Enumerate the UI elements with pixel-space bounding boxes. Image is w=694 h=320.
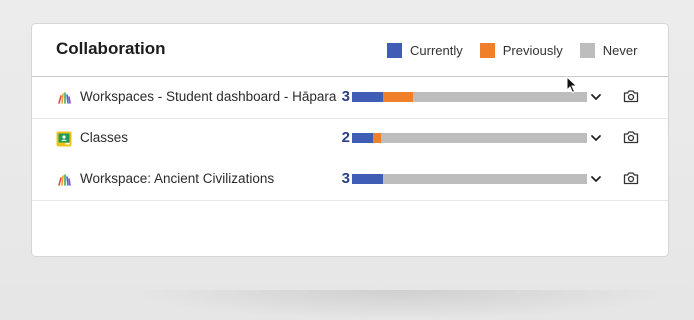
mouse-pointer-icon — [566, 75, 578, 94]
shadow — [120, 290, 680, 320]
legend-label: Currently — [410, 42, 463, 58]
legend-item-never: Never — [579, 42, 638, 58]
row-name: Workspaces - Student dashboard - Hāpara — [80, 89, 337, 104]
bar-segment-currently — [352, 133, 374, 143]
row-count: 3 — [341, 88, 350, 105]
usage-bar — [352, 133, 587, 143]
card-title: Collaboration — [56, 39, 166, 58]
camera-icon[interactable] — [623, 89, 639, 104]
bar-segment-previously — [373, 133, 382, 143]
legend: Currently Previously Never — [387, 42, 637, 58]
chevron-down-icon[interactable] — [589, 172, 603, 186]
hapara-workspace-icon — [56, 172, 72, 188]
card-header: Collaboration Currently Previously Never — [32, 24, 668, 77]
hapara-workspace-icon — [56, 90, 72, 106]
usage-bar — [352, 92, 587, 102]
legend-label: Previously — [502, 42, 563, 58]
bar-segment-never — [381, 133, 587, 143]
google-classroom-icon — [56, 131, 72, 147]
camera-icon[interactable] — [623, 171, 639, 186]
collaboration-card: Collaboration Currently Previously Never — [31, 23, 669, 257]
bar-segment-currently — [352, 174, 383, 184]
row-count: 2 — [341, 129, 350, 146]
legend-swatch-currently — [387, 42, 402, 58]
chevron-down-icon[interactable] — [589, 131, 603, 145]
bar-segment-never — [382, 174, 587, 184]
legend-label: Never — [602, 42, 638, 58]
chevron-down-icon[interactable] — [589, 90, 603, 104]
bar-segment-currently — [352, 92, 383, 102]
camera-icon[interactable] — [623, 130, 639, 145]
legend-item-previously: Previously — [479, 42, 563, 58]
bar-segment-never — [413, 92, 587, 102]
row-count: 3 — [341, 170, 350, 187]
row-name: Workspace: Ancient Civilizations — [80, 171, 275, 186]
legend-item-currently: Currently — [387, 42, 463, 58]
collaboration-row: Workspace: Ancient Civilizations 3 — [32, 159, 668, 201]
usage-bar — [352, 174, 587, 184]
bar-segment-previously — [382, 92, 414, 102]
legend-swatch-never — [579, 42, 595, 58]
legend-swatch-previously — [479, 42, 495, 58]
collaboration-row: Classes 2 — [32, 118, 668, 159]
row-name: Classes — [80, 130, 129, 145]
